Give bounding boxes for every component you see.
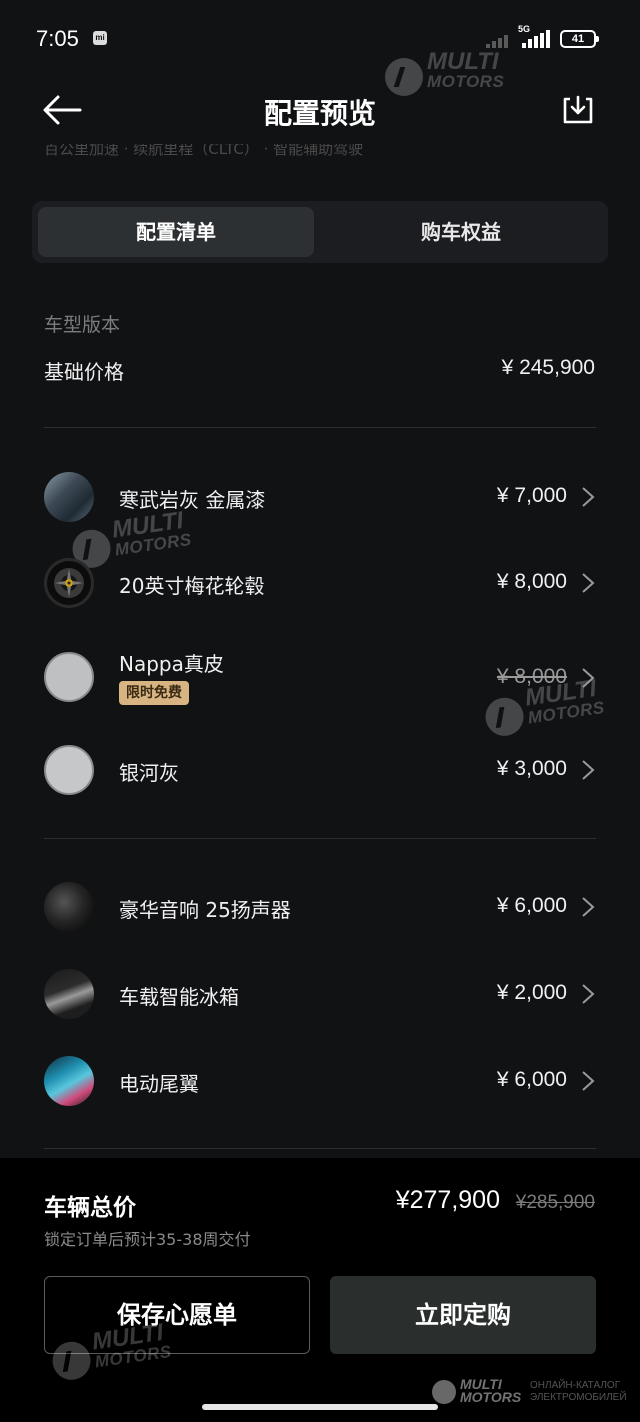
- download-icon: [563, 95, 593, 124]
- option-row-wheels[interactable]: 20英寸梅花轮毂 ¥ 8,000: [0, 543, 640, 623]
- battery-icon: 41: [560, 30, 599, 48]
- signal-weak-icon: [486, 32, 512, 48]
- free-badge: 限时免费: [119, 681, 189, 705]
- watermark-line2: MOTORS: [460, 1389, 522, 1405]
- download-button[interactable]: [560, 92, 596, 128]
- spoiler-icon: [44, 1056, 94, 1106]
- catalog-caption-line2: ЭЛЕКТРОМОБИЛЕЙ: [530, 1392, 627, 1403]
- option-price: ¥ 7,000: [496, 484, 567, 507]
- speaker-icon: [44, 882, 94, 932]
- chevron-right-icon: [582, 487, 595, 507]
- order-now-button[interactable]: 立即定购: [330, 1276, 596, 1354]
- option-label: 20英寸梅花轮毂: [119, 574, 265, 598]
- chevron-right-icon: [582, 897, 595, 917]
- total-price-label: 车辆总价: [44, 1195, 136, 1221]
- watermark-icon: [432, 1380, 456, 1404]
- option-price: ¥ 8,000: [496, 570, 567, 593]
- option-price: ¥ 6,000: [496, 1068, 567, 1091]
- original-price-value: ¥285,900: [515, 1192, 595, 1213]
- option-row-nappa-leather[interactable]: Nappa真皮 限时免费 ¥ 8,000: [0, 638, 640, 718]
- wheel-icon: [44, 558, 94, 608]
- option-row-spoiler[interactable]: 电动尾翼 ¥ 6,000: [0, 1041, 640, 1121]
- delivery-estimate: 锁定订单后预计35-38周交付: [44, 1230, 251, 1249]
- option-label: 寒武岩灰 金属漆: [119, 488, 266, 512]
- tab-config-list[interactable]: 配置清单: [38, 207, 314, 257]
- leather-swatch-icon: [44, 652, 94, 702]
- chevron-right-icon: [582, 668, 595, 688]
- option-row-paint[interactable]: 寒武岩灰 金属漆 ¥ 7,000: [0, 457, 640, 537]
- home-indicator[interactable]: [202, 1404, 438, 1410]
- base-price-label: 基础价格: [44, 360, 124, 384]
- option-row-interior-color[interactable]: 银河灰 ¥ 3,000: [0, 730, 640, 810]
- interior-color-icon: [44, 745, 94, 795]
- option-price: ¥ 2,000: [496, 981, 567, 1004]
- option-label: Nappa真皮: [119, 652, 224, 676]
- paint-swatch-icon: [44, 472, 94, 522]
- option-price: ¥ 6,000: [496, 894, 567, 917]
- order-summary-panel: 车辆总价 ¥277,900 ¥285,900 锁定订单后预计35-38周交付 保…: [0, 1158, 640, 1422]
- header: 配置预览: [0, 80, 640, 140]
- base-price-value: ¥ 245,900: [501, 356, 595, 379]
- chevron-right-icon: [582, 1071, 595, 1091]
- option-price-strikethrough: ¥ 8,000: [496, 665, 567, 688]
- tab-bar: 配置清单 购车权益: [32, 201, 608, 263]
- catalog-caption-line1: ОНЛАЙН-КАТАЛОГ: [530, 1380, 621, 1391]
- divider: [44, 838, 596, 839]
- corner-watermark-logo: MULTI MOTORS ОНЛАЙН-КАТАЛОГ ЭЛЕКТРОМОБИЛЕЙ: [432, 1377, 632, 1408]
- save-wishlist-button[interactable]: 保存心愿单: [44, 1276, 310, 1354]
- chevron-right-icon: [582, 760, 595, 780]
- tab-purchase-benefits[interactable]: 购车权益: [320, 207, 602, 257]
- status-time: 7:05: [36, 26, 79, 51]
- option-label: 银河灰: [119, 761, 179, 785]
- option-label: 车载智能冰箱: [119, 985, 239, 1009]
- fridge-icon: [44, 969, 94, 1019]
- option-label: 豪华音响 25扬声器: [119, 898, 291, 922]
- chevron-right-icon: [582, 984, 595, 1004]
- signal-strong-icon: [522, 30, 552, 48]
- mi-icon: mi: [93, 31, 107, 45]
- total-price-value: ¥277,900: [395, 1186, 500, 1214]
- divider: [44, 427, 596, 428]
- scrolled-spec-text: 百公里加速 · 续航里程（CLTC） · 智能辅助驾驶: [44, 144, 364, 158]
- wheel-graphic: [54, 568, 84, 598]
- section-label-model-version: 车型版本: [44, 314, 121, 336]
- chevron-right-icon: [582, 573, 595, 593]
- divider: [44, 1148, 596, 1149]
- option-price: ¥ 3,000: [496, 757, 567, 780]
- page-title: 配置预览: [263, 97, 376, 130]
- option-row-audio[interactable]: 豪华音响 25扬声器 ¥ 6,000: [0, 867, 640, 947]
- option-row-fridge[interactable]: 车载智能冰箱 ¥ 2,000: [0, 954, 640, 1034]
- status-bar: 7:05 mi 5G 41: [0, 0, 640, 80]
- option-label: 电动尾翼: [119, 1072, 199, 1096]
